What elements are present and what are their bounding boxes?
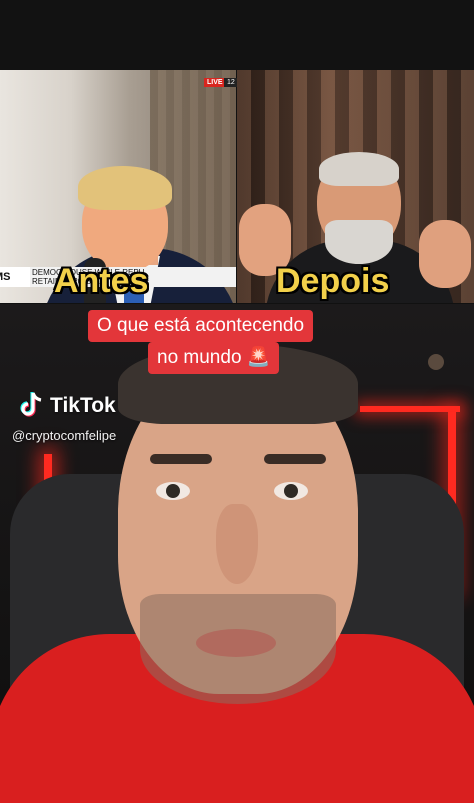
eye-right: [274, 482, 308, 500]
live-badge: LIVE: [204, 78, 226, 87]
led-strip-right-horizontal: [360, 406, 460, 412]
question-caption-line-2: no mundo 🚨: [148, 342, 280, 374]
creator-handle: @cryptocomfelipe: [12, 428, 117, 443]
live-time: 12: [224, 78, 238, 87]
tiktok-note-icon: [20, 392, 42, 417]
caption-before: Antes: [54, 262, 149, 300]
caption-after: Depois: [276, 262, 390, 300]
top-black-bar: [0, 0, 474, 70]
wall-knob: [428, 354, 444, 370]
eye-left: [156, 482, 190, 500]
nose: [216, 504, 258, 584]
tiktok-brand-label: TikTok: [50, 394, 116, 417]
raised-hand-right: [419, 220, 471, 288]
creator-video: [0, 304, 474, 803]
eyebrow-right: [264, 454, 326, 464]
ticker-logo: MS: [0, 267, 30, 287]
question-caption-line-1: O que está acontecendo: [88, 310, 314, 342]
video-frame: LIVE 12 MS DEMOC HOUSE WHILE REPU RETAIN…: [0, 0, 474, 803]
eyebrow-left: [150, 454, 212, 464]
beard: [325, 220, 393, 264]
hair: [78, 166, 172, 210]
hair: [319, 152, 399, 186]
mouth: [196, 629, 276, 657]
